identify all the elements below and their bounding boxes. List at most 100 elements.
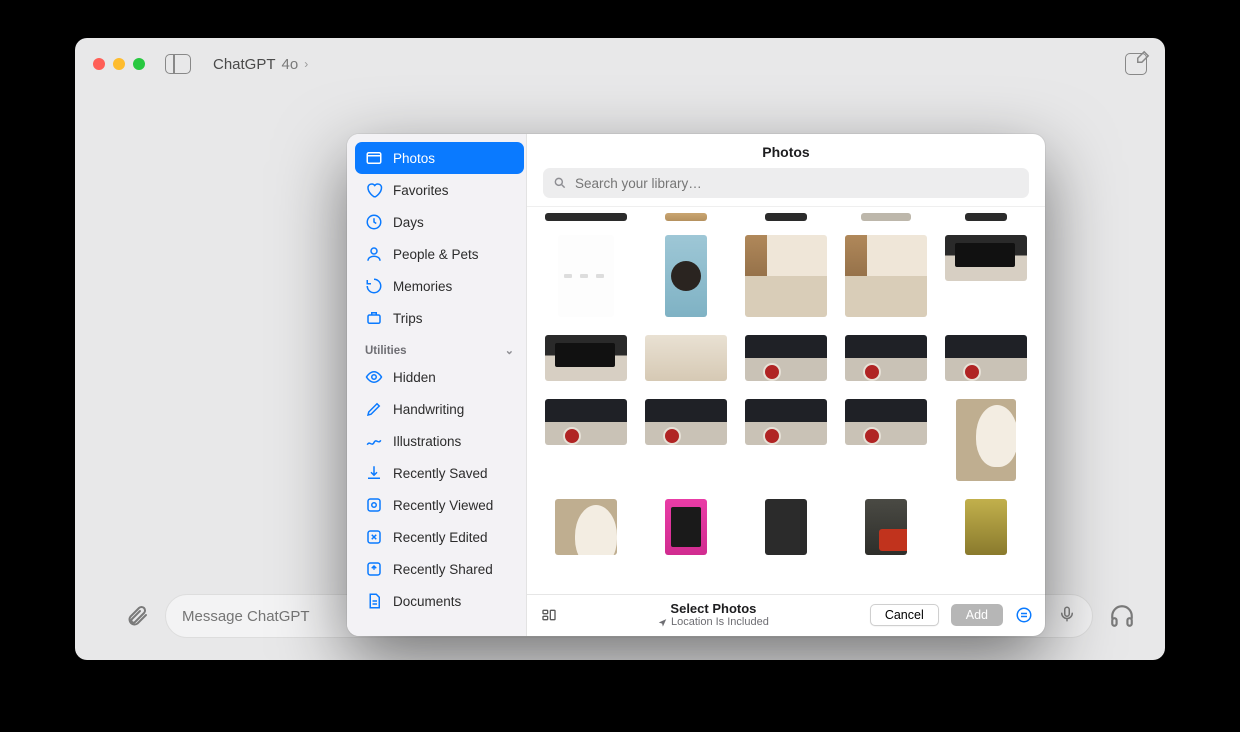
recently-viewed-icon (365, 496, 383, 514)
chatgpt-window: ChatGPT 4o › Photos (75, 38, 1165, 660)
model-name: 4o (282, 56, 299, 73)
photos-picker: Photos Favorites Days People & Pets Memo… (347, 134, 1045, 636)
picker-title: Photos (543, 144, 1029, 160)
sidebar-label: Illustrations (393, 434, 461, 449)
breadcrumb[interactable]: ChatGPT 4o › (213, 56, 308, 73)
picker-footer: Select Photos Location Is Included Cance… (527, 594, 1045, 636)
headphones-icon[interactable] (1109, 603, 1135, 629)
photo-thumbnail[interactable] (845, 335, 927, 381)
photo-thumbnail[interactable] (765, 499, 807, 555)
sidebar-label: Favorites (393, 183, 449, 198)
photo-thumbnail[interactable] (645, 399, 727, 445)
photo-thumbnail[interactable] (665, 235, 707, 317)
photo-thumbnail[interactable] (745, 235, 827, 317)
sidebar-item-illustrations[interactable]: Illustrations (355, 425, 524, 457)
sidebar-item-handwriting[interactable]: Handwriting (355, 393, 524, 425)
sidebar-item-documents[interactable]: Documents (355, 585, 524, 617)
sidebar-item-recently-shared[interactable]: Recently Shared (355, 553, 524, 585)
picker-sidebar: Photos Favorites Days People & Pets Memo… (347, 134, 527, 636)
sidebar-label: Recently Edited (393, 530, 488, 545)
titlebar: ChatGPT 4o › (75, 38, 1165, 90)
sidebar-label: Recently Saved (393, 466, 488, 481)
chevron-down-icon: ⌄ (505, 344, 514, 357)
photo-thumbnail[interactable] (845, 235, 927, 317)
new-chat-button[interactable] (1125, 53, 1147, 75)
heart-icon (365, 181, 383, 199)
photo-grid-scroll[interactable] (527, 207, 1045, 594)
sidebar-label: Trips (393, 311, 423, 326)
sidebar-label: Recently Viewed (393, 498, 493, 513)
photo-thumbnail[interactable] (555, 499, 617, 555)
photo-thumbnail[interactable] (745, 335, 827, 381)
sidebar-item-recently-viewed[interactable]: Recently Viewed (355, 489, 524, 521)
microphone-icon[interactable] (1058, 605, 1076, 627)
picker-main: Photos (527, 134, 1045, 636)
footer-subtitle: Location Is Included (671, 616, 769, 628)
sidebar-section-utilities[interactable]: Utilities ⌄ (355, 334, 524, 361)
photo-thumbnail[interactable] (765, 213, 807, 221)
photo-thumbnail[interactable] (545, 213, 627, 221)
person-icon (365, 245, 383, 263)
photo-thumbnail[interactable] (645, 335, 727, 381)
photo-thumbnail[interactable] (945, 335, 1027, 381)
photo-thumbnail[interactable] (965, 213, 1007, 221)
sidebar-label: Days (393, 215, 424, 230)
photos-icon (365, 149, 383, 167)
recently-shared-icon (365, 560, 383, 578)
sidebar-item-memories[interactable]: Memories (355, 270, 524, 302)
scribble-icon (365, 432, 383, 450)
app-title: ChatGPT (213, 56, 276, 73)
photo-thumbnail[interactable] (665, 213, 707, 221)
download-icon (365, 464, 383, 482)
photo-thumbnail[interactable] (956, 399, 1016, 481)
sidebar-label: Documents (393, 594, 461, 609)
window-minimize-button[interactable] (113, 58, 125, 70)
photo-thumbnail[interactable] (545, 335, 627, 381)
photo-thumbnail[interactable] (745, 399, 827, 445)
memories-icon (365, 277, 383, 295)
section-label: Utilities (365, 345, 407, 357)
sidebar-item-days[interactable]: Days (355, 206, 524, 238)
window-close-button[interactable] (93, 58, 105, 70)
sidebar-label: Handwriting (393, 402, 464, 417)
location-icon (658, 618, 667, 627)
pencil-icon (365, 400, 383, 418)
chevron-right-icon: › (304, 57, 308, 71)
photo-thumbnail[interactable] (945, 235, 1027, 281)
search-input[interactable] (575, 176, 1019, 191)
sidebar-item-people-pets[interactable]: People & Pets (355, 238, 524, 270)
options-icon[interactable] (1015, 606, 1033, 624)
search-field[interactable] (543, 168, 1029, 198)
thumbnail-size-slider-icon[interactable] (541, 607, 557, 623)
sidebar-toggle-icon[interactable] (165, 54, 191, 74)
traffic-lights (93, 58, 145, 70)
sidebar-label: Memories (393, 279, 452, 294)
sidebar-item-favorites[interactable]: Favorites (355, 174, 524, 206)
photo-thumbnail[interactable] (965, 499, 1007, 555)
suitcase-icon (365, 309, 383, 327)
sidebar-item-recently-saved[interactable]: Recently Saved (355, 457, 524, 489)
sidebar-item-trips[interactable]: Trips (355, 302, 524, 334)
add-button[interactable]: Add (951, 604, 1003, 626)
search-icon (553, 176, 567, 190)
photo-thumbnail[interactable] (665, 499, 707, 555)
footer-title: Select Photos (569, 601, 858, 616)
cancel-button[interactable]: Cancel (870, 604, 939, 626)
sidebar-label: People & Pets (393, 247, 479, 262)
eye-slash-icon (365, 368, 383, 386)
sidebar-item-hidden[interactable]: Hidden (355, 361, 524, 393)
clock-icon (365, 213, 383, 231)
sidebar-item-recently-edited[interactable]: Recently Edited (355, 521, 524, 553)
sidebar-label: Hidden (393, 370, 436, 385)
window-zoom-button[interactable] (133, 58, 145, 70)
document-icon (365, 592, 383, 610)
photo-thumbnail[interactable] (865, 499, 907, 555)
sidebar-item-photos[interactable]: Photos (355, 142, 524, 174)
picker-header: Photos (527, 134, 1045, 207)
photo-thumbnail[interactable] (558, 235, 614, 317)
photo-thumbnail[interactable] (845, 399, 927, 445)
photo-thumbnail[interactable] (861, 213, 911, 221)
sidebar-label: Photos (393, 151, 435, 166)
attach-button[interactable] (125, 604, 149, 628)
photo-thumbnail[interactable] (545, 399, 627, 445)
